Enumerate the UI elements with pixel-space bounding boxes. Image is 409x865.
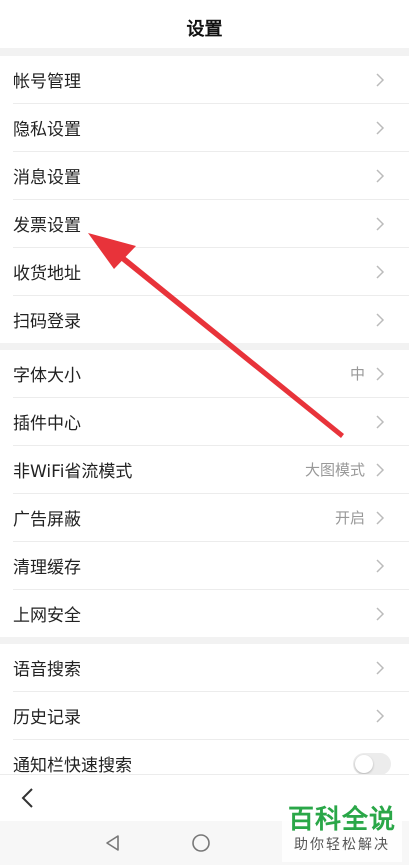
chevron-right-icon [373,510,387,525]
chevron-right-icon [373,708,387,723]
watermark-sub-text: 助你轻松解决 [294,837,390,853]
settings-item-label: 清理缓存 [13,558,81,578]
chevron-right-icon [373,120,387,135]
page-title: 设置 [186,19,223,40]
chevron-right-icon [373,462,387,477]
settings-item-label: 收货地址 [13,264,81,284]
settings-item-privacy[interactable]: 隐私设置 [13,104,409,152]
settings-item-voice-search[interactable]: 语音搜索 [13,644,409,692]
back-arrow-icon[interactable] [16,786,40,810]
chevron-right-icon [373,558,387,573]
settings-item-font-size[interactable]: 字体大小 中 [13,350,409,398]
settings-item-label: 上网安全 [13,606,81,626]
settings-item-ad-block[interactable]: 广告屏蔽 开启 [13,494,409,542]
chevron-right-icon [373,606,387,621]
settings-item-clear-cache[interactable]: 清理缓存 [13,542,409,590]
settings-item-label: 插件中心 [13,414,81,434]
chevron-right-icon [373,660,387,675]
chevron-right-icon [373,216,387,231]
settings-item-label: 字体大小 [13,366,81,386]
chevron-right-icon [373,312,387,327]
settings-item-messages[interactable]: 消息设置 [13,152,409,200]
watermark-main-text: 百科全说 [287,805,396,835]
settings-item-shipping-address[interactable]: 收货地址 [13,248,409,296]
settings-section-browsing: 字体大小 中 插件中心 非WiFi省流模式 大图模式 广告屏蔽 开启 清理缓存 … [0,350,409,637]
nav-back-triangle-icon[interactable] [103,833,123,853]
header: 设置 [0,0,409,48]
settings-item-label: 发票设置 [13,216,81,236]
settings-item-data-saver[interactable]: 非WiFi省流模式 大图模式 [13,446,409,494]
settings-item-label: 语音搜索 [13,660,81,680]
settings-item-value: 大图模式 [304,461,365,479]
settings-item-label: 历史记录 [13,708,81,728]
settings-item-label: 通知栏快速搜索 [13,756,132,774]
settings-item-value: 开启 [334,509,365,527]
settings-item-label: 消息设置 [13,168,81,188]
settings-item-label: 隐私设置 [13,120,81,140]
settings-item-history[interactable]: 历史记录 [13,692,409,740]
settings-item-scan-login[interactable]: 扫码登录 [13,296,409,343]
settings-item-invoice[interactable]: 发票设置 [13,200,409,248]
settings-item-label: 广告屏蔽 [13,510,81,530]
settings-item-web-security[interactable]: 上网安全 [13,590,409,637]
settings-item-account-management[interactable]: 帐号管理 [13,56,409,104]
settings-item-value: 中 [349,365,365,383]
chevron-right-icon [373,366,387,381]
nav-home-circle-icon[interactable] [191,833,211,853]
chevron-right-icon [373,168,387,183]
watermark-logo: 百科全说 助你轻松解决 [282,804,402,862]
chevron-right-icon [373,72,387,87]
notification-search-toggle[interactable] [353,752,391,774]
settings-item-label: 非WiFi省流模式 [13,462,133,482]
settings-section-account: 帐号管理 隐私设置 消息设置 发票设置 收货地址 扫码登录 [0,56,409,343]
settings-item-label: 扫码登录 [13,312,81,332]
settings-item-label: 帐号管理 [13,72,81,92]
chevron-right-icon [373,414,387,429]
settings-item-notification-search[interactable]: 通知栏快速搜索 [13,740,409,774]
settings-item-plugin-center[interactable]: 插件中心 [13,398,409,446]
settings-section-search: 语音搜索 历史记录 通知栏快速搜索 [0,644,409,774]
chevron-right-icon [373,264,387,279]
